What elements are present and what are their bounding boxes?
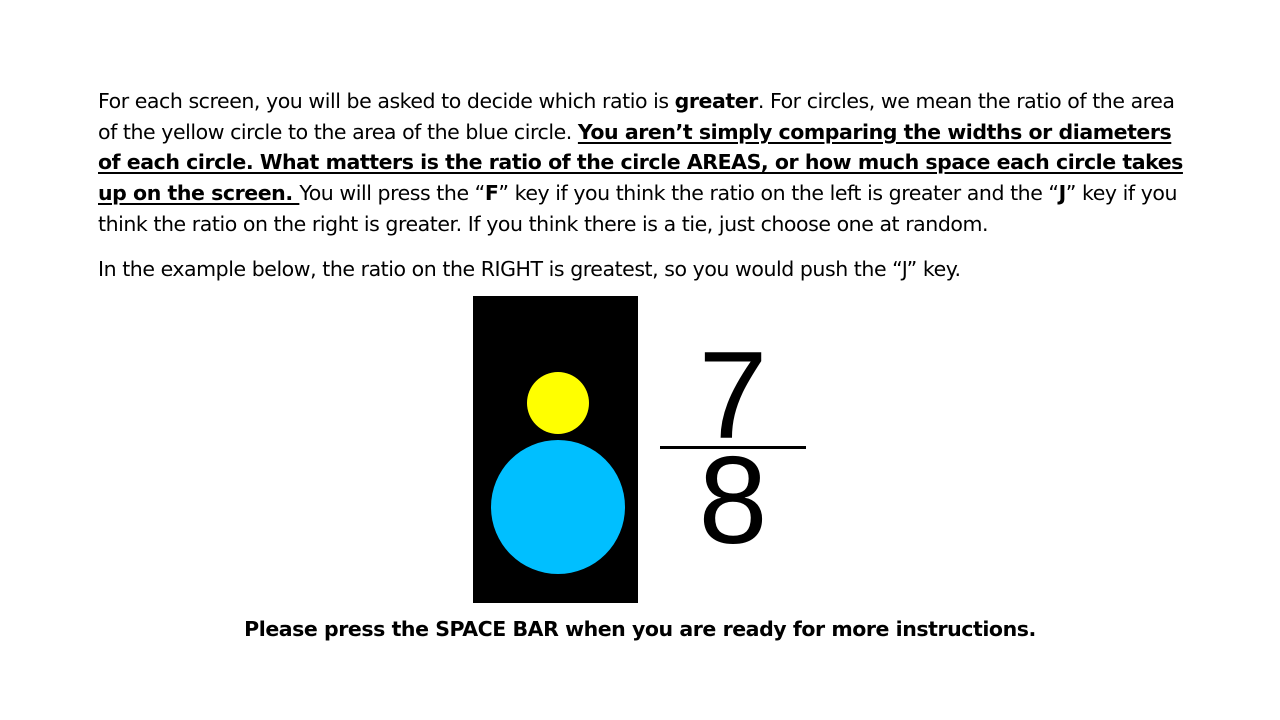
fraction-stimulus: 7 8 <box>658 334 808 570</box>
yellow-circle <box>527 372 589 434</box>
blue-circle <box>491 440 625 574</box>
instructions-text-segment: For each screen, you will be asked to de… <box>98 89 675 113</box>
continue-prompt: Please press the SPACE BAR when you are … <box>244 617 1036 641</box>
instructions-text-segment: ” key if you think the ratio on the left… <box>498 181 1059 206</box>
instructions-text-segment: You will press the “ <box>299 181 485 206</box>
j-key-label: J <box>1058 181 1067 206</box>
instructions-paragraph-2: In the example below, the ratio on the R… <box>98 256 961 281</box>
circle-ratio-stimulus <box>473 296 638 603</box>
f-key-label: F <box>484 181 499 206</box>
greater-emphasis: greater <box>674 89 759 113</box>
fraction-denominator: 8 <box>698 432 768 570</box>
instructions-text: For each screen, you will be asked to de… <box>98 86 1188 284</box>
instructions-paragraph-1: For each screen, you will be asked to de… <box>98 86 1188 240</box>
